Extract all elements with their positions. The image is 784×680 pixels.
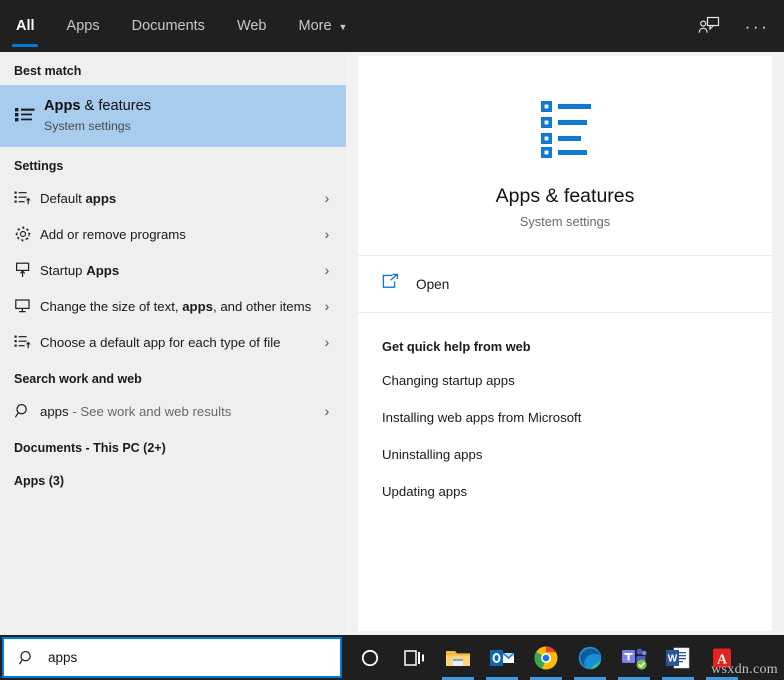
settings-item-label: Choose a default app for each type of fi… — [40, 329, 318, 356]
settings-header: Settings — [0, 147, 346, 180]
tab-all[interactable]: All — [0, 0, 51, 52]
chrome-icon[interactable] — [524, 635, 568, 680]
chevron-right-icon[interactable]: › — [318, 298, 336, 314]
tab-documents[interactable]: Documents — [116, 0, 221, 52]
taskbar-search-box[interactable]: apps — [2, 637, 342, 678]
more-options-icon[interactable]: ··· — [740, 9, 774, 43]
tab-active-indicator — [12, 44, 38, 47]
chevron-right-icon[interactable]: › — [318, 262, 336, 278]
word-icon[interactable]: W — [656, 635, 700, 680]
settings-item-label: Change the size of text, apps, and other… — [40, 293, 318, 320]
tab-apps-label: Apps — [67, 18, 100, 34]
settings-item-default-apps[interactable]: Default apps › — [0, 180, 346, 216]
best-match-title-rest: & features — [80, 98, 151, 114]
documents-header[interactable]: Documents - This PC (2+) — [0, 429, 346, 462]
search-web-label: apps - See work and web results — [40, 398, 318, 425]
file-explorer-icon[interactable] — [436, 635, 480, 680]
chevron-right-icon[interactable]: › — [318, 226, 336, 242]
detail-title: Apps & features — [358, 185, 772, 208]
cortana-icon[interactable] — [348, 635, 392, 680]
quick-help-section: Get quick help from web Changing startup… — [358, 313, 772, 510]
best-match-header: Best match — [0, 52, 346, 85]
settings-item-startup-apps[interactable]: Startup Apps › — [0, 252, 346, 288]
help-link-changing-startup-apps[interactable]: Changing startup apps — [382, 362, 772, 399]
apps-features-blue-list-icon — [358, 96, 772, 165]
tab-more-label: More — [299, 18, 332, 34]
topbar-actions: ··· — [692, 0, 774, 52]
help-link-updating-apps[interactable]: Updating apps — [382, 473, 772, 510]
edge-icon[interactable] — [568, 635, 612, 680]
monitor-up-icon — [14, 261, 40, 279]
best-match-title: Apps & features — [44, 97, 336, 116]
label-pre: Startup — [40, 263, 86, 278]
search-results-pane: Best match Apps & features System setti — [0, 52, 346, 635]
apps-list-icon — [14, 106, 44, 126]
detail-hero: Apps & features System settings — [358, 56, 772, 256]
chevron-right-icon[interactable]: › — [318, 190, 336, 206]
best-match-result[interactable]: Apps & features System settings — [0, 85, 346, 147]
svg-text:W: W — [668, 653, 678, 664]
search-topbar: All Apps Documents Web More ▼ — [0, 0, 784, 52]
settings-item-choose-default-app[interactable]: Choose a default app for each type of fi… — [0, 324, 346, 360]
watermark: wsxdn.com — [711, 662, 778, 678]
search-icon — [18, 649, 36, 667]
chevron-right-icon[interactable]: › — [318, 334, 336, 350]
tab-more[interactable]: More ▼ — [283, 0, 364, 52]
quick-help-header: Get quick help from web — [382, 339, 772, 354]
search-web-suffix: - See work and web results — [69, 404, 232, 419]
settings-item-label: Default apps — [40, 185, 318, 212]
best-match-subtitle: System settings — [44, 118, 336, 135]
help-link-installing-web-apps[interactable]: Installing web apps from Microsoft — [382, 399, 772, 436]
list-arrow-icon — [14, 334, 40, 350]
taskbar: apps — [0, 635, 784, 680]
feedback-icon[interactable] — [692, 9, 726, 43]
label-pre: Add or remove programs — [40, 227, 186, 242]
search-filter-tabs: All Apps Documents Web More ▼ — [0, 0, 363, 52]
chevron-down-icon: ▼ — [339, 22, 348, 32]
taskbar-items: W A — [348, 635, 744, 680]
best-match-title-bold: Apps — [44, 98, 80, 114]
search-input[interactable]: apps — [48, 650, 77, 665]
gear-icon — [14, 225, 40, 243]
best-match-text: Apps & features System settings — [44, 92, 336, 140]
detail-pane: Apps & features System settings Open Get… — [358, 56, 772, 631]
tab-apps[interactable]: Apps — [51, 0, 116, 52]
label-pre: Choose a default app for each type of fi… — [40, 335, 280, 350]
search-web-result[interactable]: apps - See work and web results › — [0, 393, 346, 429]
label-pre: Default — [40, 191, 85, 206]
settings-item-add-remove-programs[interactable]: Add or remove programs › — [0, 216, 346, 252]
label-pre: Change the size of text, — [40, 299, 182, 314]
open-external-icon — [380, 272, 400, 297]
label-keyword: Apps — [86, 263, 119, 278]
label-keyword: apps — [85, 191, 116, 206]
search-web-header: Search work and web — [0, 360, 346, 393]
search-web-query: apps — [40, 404, 69, 419]
settings-item-label: Add or remove programs — [40, 221, 318, 248]
tab-web[interactable]: Web — [221, 0, 283, 52]
help-link-uninstalling-apps[interactable]: Uninstalling apps — [382, 436, 772, 473]
tab-all-label: All — [16, 18, 35, 34]
label-keyword: apps — [182, 299, 213, 314]
label-post: , and other items — [213, 299, 311, 314]
teams-icon[interactable] — [612, 635, 656, 680]
ellipsis-glyph: ··· — [745, 18, 769, 35]
settings-item-change-text-size[interactable]: Change the size of text, apps, and other… — [0, 288, 346, 324]
tab-web-label: Web — [237, 18, 267, 34]
chevron-right-icon[interactable]: › — [318, 403, 336, 419]
task-view-icon[interactable] — [392, 635, 436, 680]
monitor-icon — [14, 297, 40, 315]
list-arrow-icon — [14, 190, 40, 206]
tab-documents-label: Documents — [132, 18, 205, 34]
open-label: Open — [416, 277, 449, 292]
apps-header[interactable]: Apps (3) — [0, 462, 346, 495]
settings-item-label: Startup Apps — [40, 257, 318, 284]
search-icon — [14, 402, 40, 420]
open-action[interactable]: Open — [358, 256, 772, 313]
outlook-icon[interactable] — [480, 635, 524, 680]
detail-subtitle: System settings — [358, 214, 772, 229]
